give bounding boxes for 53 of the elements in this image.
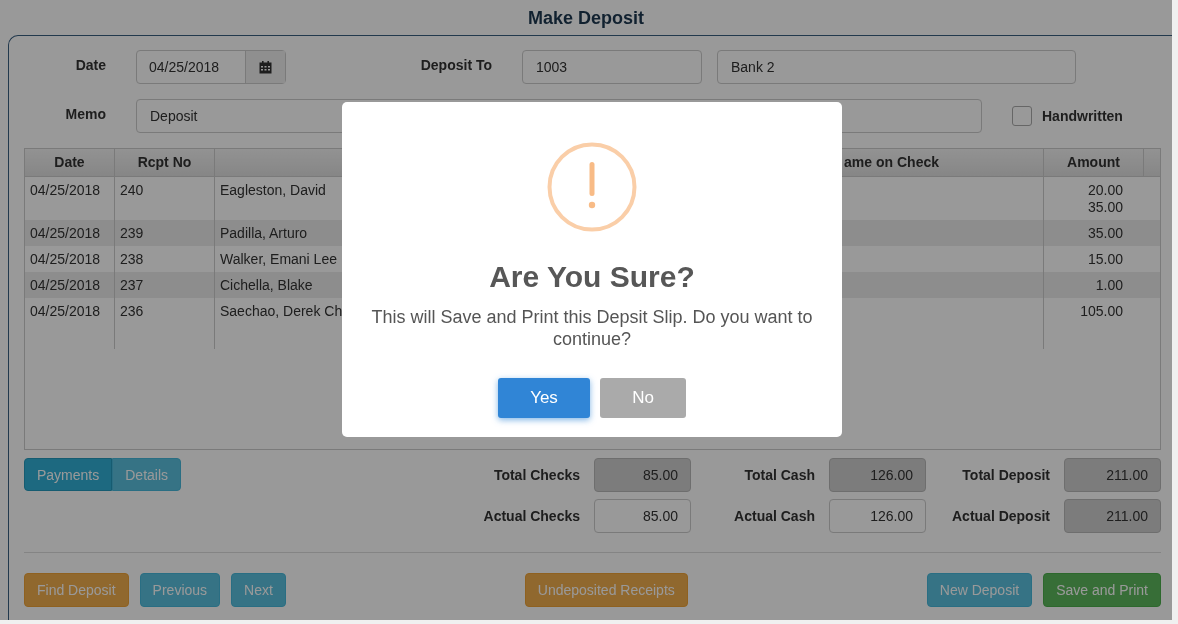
table-cell: 04/25/2018	[30, 225, 101, 242]
page-title: Make Deposit	[526, 7, 645, 30]
view-tab[interactable]: Payments	[24, 458, 113, 491]
field-label: Deposit To	[419, 57, 492, 73]
total-label: Total Deposit	[961, 467, 1050, 483]
total-label: Actual Checks	[482, 508, 580, 524]
column-header: ame on Check	[843, 153, 940, 172]
total-field: 211.00	[1064, 458, 1161, 492]
total-field: 126.00	[829, 458, 926, 492]
checkbox-label: Handwritten	[1042, 108, 1123, 124]
field-label: Memo	[64, 106, 106, 122]
total-label: Total Cash	[743, 467, 815, 483]
column-header: Amount	[1043, 149, 1143, 176]
date-field[interactable]: 04/25/2018	[136, 50, 286, 84]
total-field[interactable]: 85.00	[594, 499, 691, 533]
table-cell: 239	[120, 225, 144, 242]
action-button[interactable]: Save and Print	[1043, 573, 1161, 607]
dialog-button[interactable]: No	[600, 378, 686, 418]
column-header: Rcpt No	[114, 149, 214, 176]
table-cell: 237	[120, 277, 144, 294]
table-cell: 1.00	[1095, 277, 1123, 294]
account-name-field[interactable]: Bank 2	[717, 50, 1076, 84]
table-cell: 04/25/2018	[30, 251, 101, 268]
table-cell: 04/25/2018	[30, 182, 101, 199]
calendar-icon[interactable]	[259, 60, 272, 74]
column-header: Date	[53, 153, 86, 172]
dialog-button[interactable]: Yes	[498, 378, 590, 418]
total-field: 85.00	[594, 458, 691, 492]
table-cell: 04/25/2018	[30, 277, 101, 294]
table-cell: Walker, Emani Lee	[220, 251, 337, 268]
table-cell: Padilla, Arturo	[220, 225, 308, 242]
table-cell: 240	[120, 182, 144, 199]
table-cell: Eagleston, David	[220, 182, 326, 199]
table-cell: Cichella, Blake	[220, 277, 313, 294]
dialog-message: This will Save and Print this Depsit Slip. Do you want to continue?	[370, 306, 814, 350]
total-field[interactable]: 126.00	[829, 499, 926, 533]
table-cell: 236	[120, 303, 144, 320]
field-label: Date	[74, 57, 106, 73]
warning-icon	[547, 142, 637, 232]
table-cell: 15.00	[1087, 251, 1123, 268]
total-field: 211.00	[1064, 499, 1161, 533]
table-cell: 105.00	[1080, 303, 1123, 320]
checkbox[interactable]	[1012, 106, 1032, 126]
total-label: Actual Cash	[733, 508, 815, 524]
table-cell: 35.00	[1087, 199, 1123, 216]
table-cell: 20.00	[1087, 182, 1123, 199]
table-cell: 35.00	[1087, 225, 1123, 242]
total-label: Total Checks	[492, 467, 580, 483]
table-cell: 04/25/2018	[30, 303, 101, 320]
table-cell: Saechao, Derek Ch	[220, 303, 343, 320]
table-cell: 238	[120, 251, 144, 268]
account-field[interactable]: 1003	[522, 50, 702, 84]
total-label: Actual Deposit	[951, 508, 1050, 524]
